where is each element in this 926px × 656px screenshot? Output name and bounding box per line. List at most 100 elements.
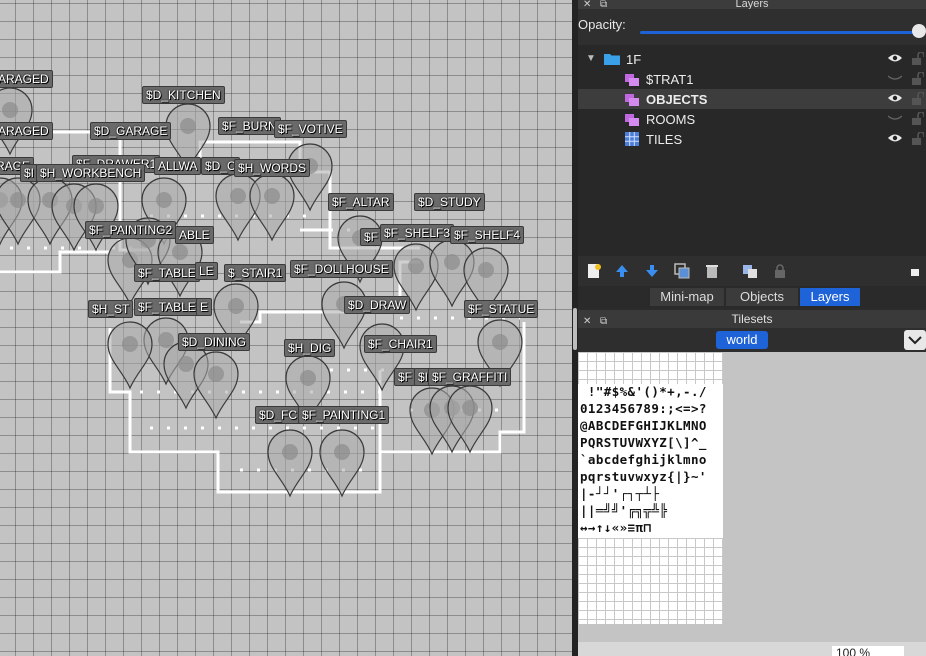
object-label[interactable]: $H_WORDS [234, 159, 311, 177]
object-label[interactable]: $H_WORKBENCH [36, 164, 146, 182]
layer-row-objects[interactable]: OBJECTS [578, 89, 926, 109]
object-label[interactable]: $H_ST [88, 300, 134, 318]
map-pin-dot [208, 366, 224, 382]
object-label[interactable]: $F_DOLLHOUSE [290, 260, 393, 278]
layer-row-1f[interactable]: ▼ 1F [578, 49, 926, 69]
tileset-glyph-row[interactable]: `abcdefghijklmno [580, 452, 707, 467]
object-label[interactable]: $D_DINING [178, 333, 251, 351]
tileset-glyph-row[interactable]: 0123456789:;<=>? [580, 401, 707, 416]
object-label[interactable]: $F_BURN [218, 117, 281, 135]
layer-row-rooms[interactable]: ROOMS [578, 109, 926, 129]
layer-name: 1F [626, 52, 642, 67]
delete-layer-icon[interactable] [704, 263, 720, 279]
unlock-icon[interactable] [912, 72, 924, 85]
object-label[interactable]: $F_PAINTING2 [85, 221, 177, 239]
unlock-icon[interactable] [912, 52, 924, 65]
layer-visibility-icon[interactable] [742, 263, 758, 279]
lock-icon[interactable] [772, 263, 788, 279]
object-label[interactable]: $D_STUDY [414, 193, 485, 211]
object-label[interactable]: ALLWA [154, 157, 202, 175]
eye-icon[interactable] [888, 133, 902, 143]
tileset-dropdown[interactable] [904, 330, 926, 350]
map-pin-icon[interactable] [287, 143, 333, 212]
zoom-field[interactable]: 100 % [832, 646, 904, 656]
duplicate-layer-icon[interactable] [674, 263, 690, 279]
tilesets-panel: ✕ ⧉ Tilesets world !"#$%&'()*+,-./ 012345… [578, 310, 926, 656]
map-pin-icon[interactable] [0, 87, 33, 156]
unlock-icon[interactable] [912, 132, 924, 145]
tileset-glyph-row[interactable]: pqrstuvwxyz{|}~' [580, 469, 707, 484]
object-label[interactable]: $F_GRAFFITI [428, 368, 512, 386]
tileset-toolbar: 100 % [578, 642, 926, 656]
map-canvas[interactable]: ARAGED $D_KITCHEN ARAGED $D_GARAGE $F_BURN $F… [0, 0, 572, 656]
object-label[interactable]: $F [360, 228, 383, 246]
move-down-icon[interactable] [644, 263, 660, 279]
tile-grid-top[interactable] [578, 352, 723, 384]
tab-objects[interactable]: Objects [726, 288, 798, 306]
object-label[interactable]: $F_SHELF4 [450, 226, 525, 244]
object-label[interactable]: ABLE [175, 226, 214, 244]
object-label[interactable]: ARAGED [0, 122, 53, 140]
map-pin-dot [462, 400, 478, 416]
object-label[interactable]: $D_KITCHEN [142, 86, 225, 104]
wall [0, 250, 110, 274]
map-pin-icon[interactable] [107, 321, 153, 390]
float-icon[interactable]: ⧉ [600, 0, 607, 9]
object-label[interactable]: $_STAIR1 [224, 264, 287, 282]
tile-layer-icon [625, 132, 639, 146]
tileset-glyph-row[interactable]: @ABCDEFGHIJKLMNO [580, 418, 707, 433]
object-label[interactable]: $F_SHELF3 [380, 224, 455, 242]
tab-layers[interactable]: Layers [800, 288, 860, 306]
object-label[interactable]: $F_TABLE [134, 264, 200, 282]
tileset-glyph-row[interactable]: ||═╝╝'╔╗╦╩╠ [580, 503, 667, 518]
map-pin-icon[interactable] [249, 173, 295, 242]
move-up-icon[interactable] [614, 263, 630, 279]
layers-title: Layers [735, 0, 769, 9]
tileset-glyphs[interactable]: !"#$%&'()*+,-./ 0123456789:;<=>? @ABCDEFGH… [578, 384, 723, 536]
unlock-icon[interactable] [912, 112, 924, 125]
tile-grid-bottom[interactable] [578, 538, 723, 624]
splitter-grip[interactable] [573, 308, 577, 350]
object-label[interactable]: $F_VOTIVE [274, 120, 347, 138]
object-layer-icon [625, 114, 639, 126]
eye-icon[interactable] [888, 53, 902, 63]
object-label[interactable]: ARAGED [0, 70, 53, 88]
object-label[interactable]: $F_TABLE [134, 298, 200, 316]
layer-row-tiles[interactable]: TILES [578, 129, 926, 149]
eye-closed-icon[interactable] [888, 113, 902, 123]
tileset-glyph-row[interactable]: !"#$%&'()*+,-./ [580, 384, 707, 399]
opacity-slider-knob[interactable] [912, 24, 926, 38]
object-label[interactable]: $H_DIG [284, 339, 336, 357]
eye-closed-icon[interactable] [888, 73, 902, 83]
panel-menu-icon[interactable] [908, 263, 924, 279]
object-label[interactable]: $D_GARAGE [90, 122, 172, 140]
map-pin-icon[interactable] [267, 429, 313, 498]
object-label[interactable]: $F_ALTAR [328, 193, 394, 211]
map-pin-icon[interactable] [319, 429, 365, 498]
map-pin-icon[interactable] [73, 183, 119, 252]
tileset-glyph-row[interactable]: ↔→↑↓«»≡π⊓ [580, 520, 651, 535]
close-icon[interactable]: ✕ [583, 0, 591, 9]
expand-arrow-icon[interactable]: ▼ [586, 53, 596, 64]
object-label[interactable]: $F_CHAIR1 [364, 335, 437, 353]
tileset-image[interactable]: !"#$%&'()*+,-./ 0123456789:;<=>? @ABCDEFGH… [578, 352, 723, 624]
new-layer-icon[interactable] [586, 263, 602, 279]
tab-mini-map[interactable]: Mini-map [650, 288, 724, 306]
tileset-glyph-row[interactable]: PQRSTUVWXYZ[\]^_ [580, 435, 707, 450]
tileset-view[interactable]: !"#$%&'()*+,-./ 0123456789:;<=>? @ABCDEFGH… [578, 352, 926, 642]
tileset-tabbar: world [578, 328, 926, 352]
layer-row-strat1[interactable]: $TRAT1 [578, 69, 926, 89]
object-label[interactable]: E [196, 298, 213, 316]
opacity-slider[interactable] [640, 31, 918, 34]
object-label[interactable]: $D_DRAW [344, 296, 411, 314]
object-label[interactable]: LE [195, 262, 218, 280]
tileset-tab-world[interactable]: world [716, 331, 768, 349]
object-label[interactable]: $F_PAINTING1 [298, 406, 390, 424]
object-label[interactable]: $F [394, 368, 417, 386]
unlock-icon[interactable] [912, 92, 924, 105]
map-pin-icon[interactable] [193, 351, 239, 420]
tileset-glyph-row[interactable]: |-┘┘'┌┐┬┴├ [580, 486, 659, 501]
object-label[interactable]: $F_STATUE [464, 300, 539, 318]
object-label[interactable]: $D_FC [255, 406, 302, 424]
eye-icon[interactable] [888, 93, 902, 103]
